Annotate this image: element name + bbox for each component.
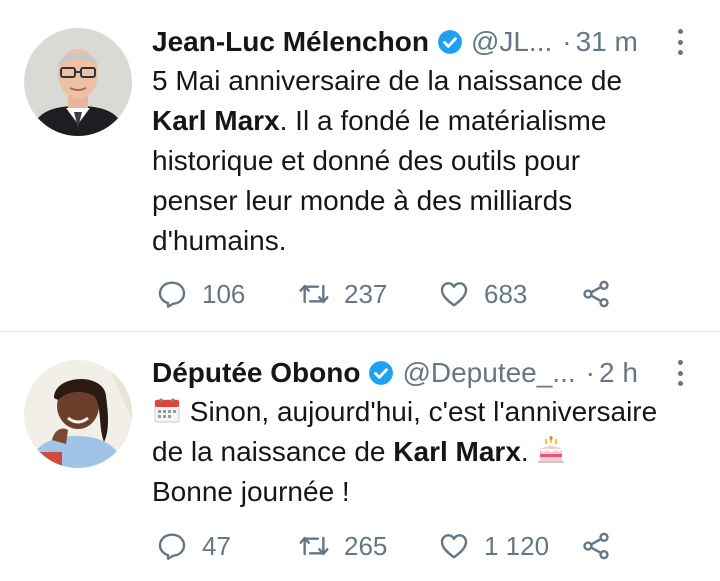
more-options-icon[interactable] [676, 29, 684, 55]
author-handle[interactable]: @Deputee_... [402, 355, 575, 391]
author-name[interactable]: Jean-Luc Mélenchon [152, 24, 429, 60]
text-segment: . Il a fondé le matérialisme [279, 105, 607, 136]
reply-button[interactable]: 47 [156, 529, 231, 563]
text-line: Bonne journée ! [152, 476, 350, 507]
calendar-emoji [152, 395, 182, 425]
like-button[interactable]: 683 [438, 277, 527, 311]
tweet-text: 5 Mai anniversaire de la naissance de Ka… [152, 61, 680, 261]
separator: · [562, 26, 572, 57]
text-segment: Sinon, aujourd'hui, c'est l'anniversaire [182, 396, 658, 427]
verified-badge-icon [368, 360, 394, 386]
like-icon [440, 534, 468, 559]
retweet-count: 265 [344, 531, 388, 561]
reply-count: 106 [202, 279, 246, 309]
retweet-button[interactable]: 237 [298, 277, 387, 311]
text-line: Karl Marx. Il a fondé le matérialisme [152, 101, 680, 141]
author-handle[interactable]: @JL... [471, 24, 552, 60]
like-count: 1 120 [484, 531, 550, 561]
like-icon [440, 282, 468, 307]
retweet-count: 237 [344, 279, 388, 309]
avatar[interactable] [24, 360, 132, 468]
text-line: 5 Mai anniversaire de la naissance de [152, 65, 623, 96]
reply-button[interactable]: 106 [156, 277, 245, 311]
tweet-header: Députée Obono @Deputee_... · 2 h [152, 355, 680, 391]
bold-mention: Karl Marx [393, 436, 521, 467]
bold-mention: Karl Marx [152, 105, 280, 136]
reply-icon [158, 533, 186, 560]
text-line: penser leur monde à des milliards [152, 185, 573, 216]
share-button[interactable] [580, 277, 626, 311]
text-line: Sinon, aujourd'hui, c'est l'anniversaire [152, 392, 680, 432]
timestamp[interactable]: 31 m [576, 24, 638, 60]
more-options-icon[interactable] [676, 360, 684, 386]
author-name[interactable]: Députée Obono [152, 355, 360, 391]
text-line: de la naissance de Karl Marx. [152, 432, 680, 472]
avatar[interactable] [24, 28, 132, 136]
retweet-button[interactable]: 265 [298, 529, 387, 563]
share-icon [583, 532, 609, 560]
retweet-icon [299, 536, 329, 556]
tweet-text: Sinon, aujourd'hui, c'est l'anniversaire… [152, 392, 680, 512]
tweet-melenchon[interactable]: Jean-Luc Mélenchon @JL... · 31 m 5 Mai a… [0, 0, 720, 332]
text-line: d'humains. [152, 225, 287, 256]
like-button[interactable]: 1 120 [438, 529, 549, 563]
timestamp[interactable]: 2 h [599, 355, 638, 391]
share-button[interactable] [580, 529, 626, 563]
retweet-icon [299, 284, 329, 304]
text-segment: de la naissance de [152, 436, 394, 467]
tweet-actions: 47 265 1 120 [156, 529, 680, 563]
text-segment: . [520, 436, 537, 467]
share-icon [583, 280, 609, 308]
reply-count: 47 [202, 531, 231, 561]
text-line: historique et donné des outils pour [152, 145, 581, 176]
verified-badge-icon [437, 29, 463, 55]
reply-icon [158, 281, 186, 308]
birthday-cake-emoji [536, 435, 566, 465]
tweet-header: Jean-Luc Mélenchon @JL... · 31 m [152, 24, 680, 60]
separator: · [585, 357, 595, 388]
tweet-actions: 106 237 683 [156, 277, 680, 311]
like-count: 683 [484, 279, 528, 309]
tweet-obono[interactable]: Députée Obono @Deputee_... · 2 h Sinon, … [0, 332, 720, 581]
